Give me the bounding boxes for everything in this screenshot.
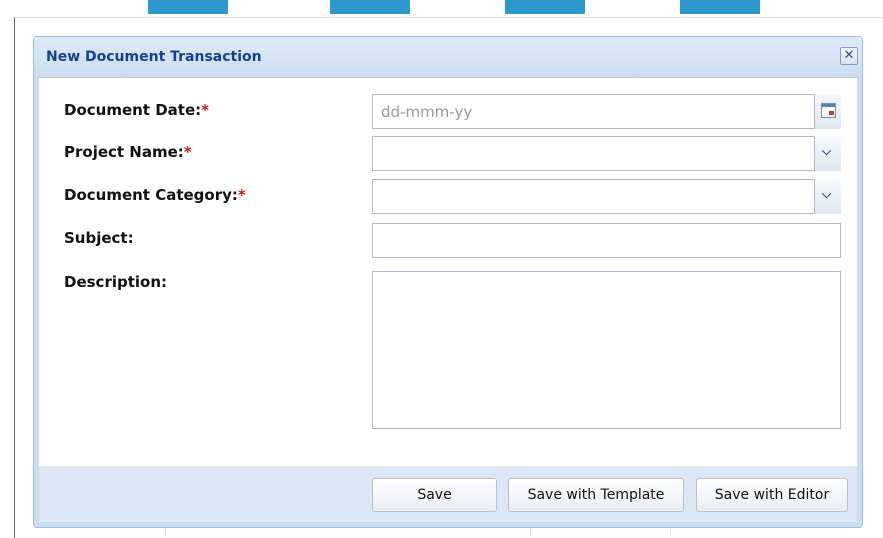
document-date-label: Document Date:* bbox=[64, 101, 209, 119]
background-logo-fragment bbox=[148, 0, 228, 14]
document-category-field-wrap: ⌵ bbox=[372, 179, 841, 214]
save-with-template-button[interactable]: Save with Template bbox=[508, 478, 684, 512]
document-date-field-wrap bbox=[372, 94, 841, 129]
project-name-field-wrap: ⌵ bbox=[372, 136, 841, 171]
save-button[interactable]: Save bbox=[372, 478, 497, 512]
background-logo-fragment bbox=[505, 0, 585, 14]
background-logo-fragment bbox=[330, 0, 410, 14]
calendar-icon bbox=[821, 103, 836, 118]
document-category-select[interactable] bbox=[372, 179, 841, 214]
description-label: Description: bbox=[64, 273, 168, 291]
document-category-dropdown-button[interactable]: ⌵ bbox=[814, 179, 841, 214]
dialog-form: Document Date:* Project Name:* ⌵ Documen… bbox=[39, 78, 857, 466]
description-textarea[interactable] bbox=[372, 271, 841, 429]
dialog-header: New Document Transaction ✕ bbox=[34, 37, 862, 78]
background-logo-fragment bbox=[680, 0, 760, 14]
document-date-input[interactable] bbox=[372, 94, 841, 129]
new-document-transaction-dialog: New Document Transaction ✕ Document Date… bbox=[33, 36, 863, 528]
required-marker: * bbox=[237, 186, 246, 204]
required-marker: * bbox=[201, 101, 209, 119]
subject-input[interactable] bbox=[372, 223, 841, 258]
project-name-dropdown-button[interactable]: ⌵ bbox=[814, 136, 841, 171]
document-category-label: Document Category:* bbox=[64, 186, 246, 204]
subject-label: Subject: bbox=[64, 229, 134, 247]
close-icon: ✕ bbox=[843, 48, 855, 63]
dialog-title: New Document Transaction bbox=[46, 49, 262, 65]
save-with-editor-button[interactable]: Save with Editor bbox=[696, 478, 848, 512]
chevron-down-icon: ⌵ bbox=[822, 187, 832, 201]
required-marker: * bbox=[183, 143, 192, 161]
project-name-label: Project Name:* bbox=[64, 143, 192, 161]
project-name-select[interactable] bbox=[372, 136, 841, 171]
close-button[interactable]: ✕ bbox=[840, 47, 858, 65]
date-picker-button[interactable] bbox=[814, 94, 841, 129]
chevron-down-icon: ⌵ bbox=[822, 144, 832, 158]
